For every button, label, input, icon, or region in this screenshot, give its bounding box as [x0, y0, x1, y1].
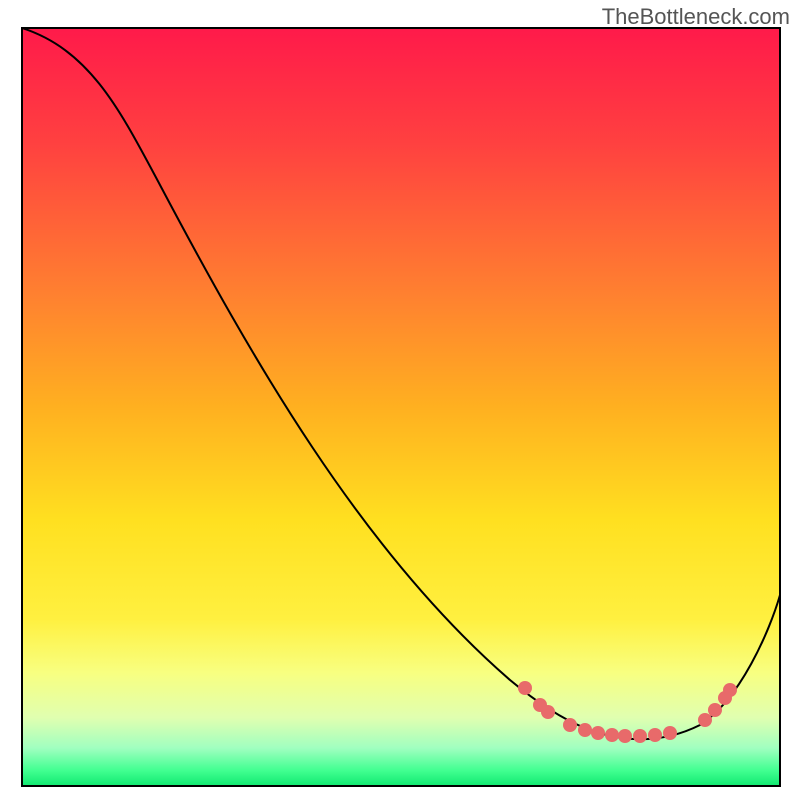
marker-point — [663, 726, 677, 740]
watermark-text: TheBottleneck.com — [602, 4, 790, 30]
chart-svg — [0, 0, 800, 800]
marker-point — [541, 705, 555, 719]
marker-point — [578, 723, 592, 737]
marker-point — [518, 681, 532, 695]
marker-point — [723, 683, 737, 697]
marker-point — [708, 703, 722, 717]
chart-container: TheBottleneck.com — [0, 0, 800, 800]
marker-point — [698, 713, 712, 727]
marker-point — [591, 726, 605, 740]
marker-point — [633, 729, 647, 743]
marker-point — [605, 728, 619, 742]
marker-point — [563, 718, 577, 732]
marker-point — [618, 729, 632, 743]
marker-point — [648, 728, 662, 742]
